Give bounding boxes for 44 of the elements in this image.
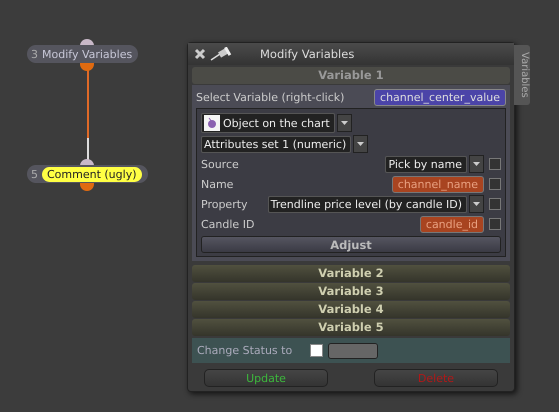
field-label: Source — [201, 158, 240, 170]
close-icon[interactable] — [194, 48, 206, 60]
dropdown-arrow-button[interactable] — [353, 135, 368, 153]
flow-node[interactable]: 3 Modify Variables — [27, 45, 138, 63]
caret-icon — [340, 121, 348, 125]
window-title: Modify Variables — [260, 47, 354, 61]
object-type-dropdown[interactable]: Object on the chart — [201, 113, 335, 133]
field-label: Select Variable (right-click) — [196, 91, 344, 104]
flow-node[interactable]: 5 Comment (ugly) — [27, 165, 148, 183]
pin-icon[interactable] — [210, 47, 232, 61]
node-number: 3 — [31, 48, 38, 60]
field-label: Name — [201, 178, 234, 190]
attributes-dropdown[interactable]: Attributes set 1 (numeric) — [201, 136, 352, 152]
checkbox[interactable] — [489, 158, 501, 170]
field-label: Change Status to — [197, 344, 292, 357]
field-label: Property — [201, 198, 249, 210]
dropdown[interactable]: Trendline price level (by candle ID) — [268, 196, 467, 212]
checkbox[interactable] — [489, 178, 501, 190]
variable-field[interactable]: channel_center_value — [374, 89, 506, 106]
checkbox[interactable] — [489, 198, 501, 210]
dropdown[interactable]: Pick by name — [385, 156, 467, 172]
caret-icon — [473, 162, 480, 166]
object-icon — [204, 115, 220, 131]
field-label: Candle ID — [201, 218, 256, 230]
checkbox[interactable] — [489, 218, 501, 230]
output-port-icon[interactable] — [80, 183, 94, 191]
caret-icon — [473, 202, 480, 206]
node-label: Comment (ugly) — [42, 166, 142, 182]
output-port-icon[interactable] — [80, 63, 94, 71]
side-tab[interactable]: Variables — [514, 45, 530, 105]
section-header[interactable]: Variable 4 — [192, 301, 510, 318]
dropdown-arrow-button[interactable] — [336, 114, 352, 132]
node-number: 5 — [31, 168, 38, 180]
dropdown-arrow-button[interactable] — [469, 195, 484, 213]
section-header[interactable]: Variable 2 — [192, 265, 510, 282]
node-label: Modify Variables — [42, 48, 132, 60]
update-button[interactable]: Update — [204, 369, 328, 387]
status-field[interactable] — [328, 342, 378, 358]
section-header[interactable]: Variable 3 — [192, 283, 510, 300]
caret-icon — [357, 142, 364, 146]
section-header[interactable]: Variable 5 — [192, 319, 510, 336]
dropdown-arrow-button[interactable] — [469, 155, 484, 173]
checkbox[interactable] — [310, 344, 324, 357]
adjust-button[interactable]: Adjust — [201, 236, 501, 253]
